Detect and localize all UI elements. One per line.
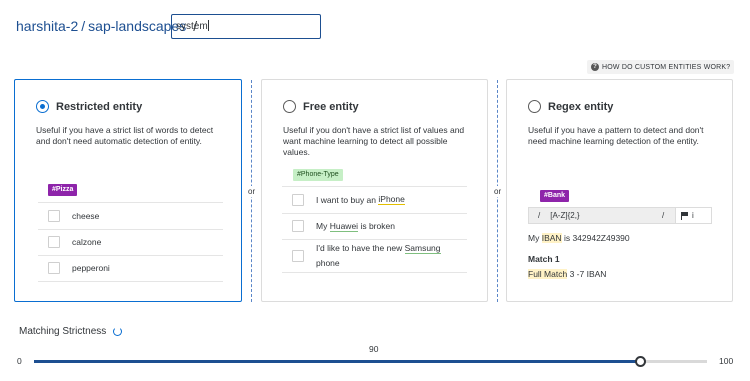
restricted-entity-title: Restricted entity <box>56 100 143 113</box>
free-entity-card[interactable]: Free entity Useful if you don't have a s… <box>261 79 488 302</box>
free-entity-description: Useful if you don't have a strict list o… <box>283 125 465 157</box>
free-entity-radio[interactable] <box>283 100 296 113</box>
entity-name-input[interactable]: system <box>171 14 321 39</box>
or-label: or <box>494 186 502 197</box>
slider-thumb[interactable] <box>634 356 646 367</box>
entity-highlight: iPhone <box>378 194 405 206</box>
checkbox[interactable] <box>48 209 60 222</box>
match-detail: Full Match 3 -7 IBAN <box>528 269 606 279</box>
regex-entity-description: Useful if you have a pattern to detect a… <box>528 125 704 146</box>
match-range: 3 -7 IBAN <box>569 269 607 279</box>
list-item: I want to buy an iPhone <box>282 186 467 213</box>
regex-flags-field[interactable]: i <box>675 207 712 224</box>
checkbox[interactable] <box>292 220 304 233</box>
example-text-before: I want to buy an <box>316 194 377 205</box>
example-text-before: I'd like to have the new <box>316 243 403 253</box>
example-text: I'd like to have the new Samsung phone <box>316 241 461 271</box>
slider-value: 90 <box>369 344 379 354</box>
list-item: calzone <box>38 228 223 256</box>
regex-entity-radio[interactable] <box>528 100 541 113</box>
test-text-match: IBAN <box>541 233 562 243</box>
list-item: pepperoni <box>38 255 223 282</box>
regex-open-slash: / <box>538 211 541 220</box>
slider-max: 100 <box>719 356 734 366</box>
strictness-slider[interactable] <box>34 356 707 367</box>
list-item-label: pepperoni <box>72 263 110 274</box>
regex-flags: i <box>692 211 694 220</box>
entity-highlight: Samsung <box>404 243 441 254</box>
restricted-values-list: cheese calzone pepperoni <box>38 202 223 282</box>
checkbox[interactable] <box>48 236 60 249</box>
question-icon: ? <box>591 63 599 71</box>
list-item: I'd like to have the new Samsung phone <box>282 239 467 273</box>
checkbox[interactable] <box>48 262 60 275</box>
how-custom-entities-work-link[interactable]: ? HOW DO CUSTOM ENTITIES WORK? <box>587 60 735 74</box>
test-text-after: is 342942Z49390 <box>563 233 630 243</box>
example-text-after: phone <box>316 258 340 268</box>
restricted-entity-description: Useful if you have a strict list of word… <box>36 125 214 146</box>
regex-pattern: [A-Z]{2,} <box>550 211 580 220</box>
help-link-label: HOW DO CUSTOM ENTITIES WORK? <box>602 63 731 71</box>
entity-name-value: system <box>176 21 208 32</box>
free-entity-title: Free entity <box>303 100 359 113</box>
free-entity-option[interactable]: Free entity <box>283 100 359 113</box>
text-caret <box>207 20 209 31</box>
example-text-after: is broken <box>360 221 395 232</box>
regex-pattern-field[interactable]: / [A-Z]{2,} / i <box>528 207 712 224</box>
regex-test-string: My IBAN is 342942Z49390 <box>528 233 630 243</box>
matching-strictness-label: Matching Strictness <box>19 326 123 337</box>
regex-entity-title: Regex entity <box>548 100 614 113</box>
slider-fill <box>34 360 640 363</box>
regex-entity-option[interactable]: Regex entity <box>528 100 613 113</box>
full-match-label: Full Match <box>528 269 568 279</box>
regex-close-slash: / <box>662 211 665 220</box>
matching-strictness-text: Matching Strictness <box>19 326 107 337</box>
match-title: Match 1 <box>528 254 560 264</box>
list-item-label: calzone <box>72 237 102 248</box>
checkbox[interactable] <box>292 250 304 262</box>
list-item: My Huawei is broken <box>282 212 467 240</box>
list-item: cheese <box>38 202 223 229</box>
test-text-before: My <box>528 233 540 243</box>
breadcrumb-slash: / <box>81 18 86 34</box>
restricted-entity-card[interactable]: Restricted entity Useful if you have a s… <box>14 79 242 302</box>
entity-highlight: Huawei <box>329 220 359 232</box>
reset-icon[interactable] <box>113 327 123 336</box>
bank-tag: #Bank <box>540 190 570 202</box>
checkbox[interactable] <box>292 193 304 206</box>
example-text-before: My <box>316 221 328 232</box>
or-label: or <box>248 186 256 197</box>
restricted-entity-option[interactable]: Restricted entity <box>36 100 142 113</box>
slider-min: 0 <box>17 356 22 366</box>
restricted-entity-radio[interactable] <box>36 100 49 113</box>
list-item-label: cheese <box>72 210 100 221</box>
flag-icon <box>681 211 688 220</box>
breadcrumb-owner-link[interactable]: harshita-2 <box>16 18 78 34</box>
free-examples-list: I want to buy an iPhone My Huawei is bro… <box>282 186 467 273</box>
pizza-tag: #Pizza <box>48 184 78 196</box>
phone-type-tag: #Phone-Type <box>293 169 343 181</box>
